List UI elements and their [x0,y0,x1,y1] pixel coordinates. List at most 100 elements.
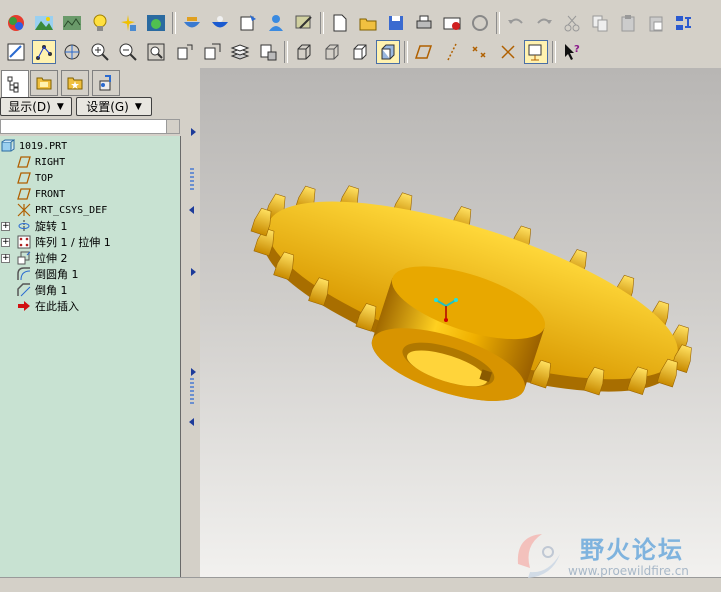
toolbar-separator [496,12,500,34]
help-cursor-icon[interactable]: ? [560,40,584,64]
graphics-viewport[interactable] [200,68,721,577]
chevron-down-icon: ▼ [56,101,64,112]
tree-item-label: 旋转 1 [35,220,68,233]
terrain-icon[interactable] [60,11,84,35]
tree-item-extrude[interactable]: 拉伸 2 [0,250,197,266]
tree-item-label: 阵列 1 / 拉伸 1 [35,236,111,249]
expand-arrow-icon[interactable] [189,418,194,426]
tree-root[interactable]: 1019.PRT [0,138,181,154]
saved-views-icon[interactable] [200,40,224,64]
expand-arrow-icon[interactable] [189,206,194,214]
sphere-scene-icon[interactable] [144,11,168,35]
open-folder-icon[interactable] [356,11,380,35]
tree-item-label: 倒圆角 1 [35,268,79,281]
toolbar-separator [284,41,288,63]
watermark-url: www.proewildfire.cn [568,564,689,578]
toolbar-separator [404,41,408,63]
bowl-blue-icon[interactable] [208,11,232,35]
zoom-out-icon[interactable] [116,40,140,64]
tools-icon[interactable] [292,11,316,35]
refresh-icon[interactable] [468,11,492,35]
tree-item-label: 倒角 1 [35,284,68,297]
tree-header-bar [0,119,180,134]
redo-icon[interactable] [532,11,556,35]
panel-splitter[interactable] [183,68,201,577]
datum-plane-icon [16,154,32,170]
save-icon[interactable] [384,11,408,35]
tree-option-buttons: 显示(D) ▼ 设置(G) ▼ [0,97,183,117]
hidden-line-icon[interactable] [320,40,344,64]
csys-icon [16,202,32,218]
grip-dot [190,390,194,392]
grip-dot [190,386,194,388]
chamfer-icon [16,282,32,298]
orient-icon[interactable] [172,40,196,64]
refit-icon[interactable] [144,40,168,64]
grip-dot [190,172,194,174]
grip-dot [190,382,194,384]
tree-item-chamfer[interactable]: 倒角 1 [0,282,197,298]
copy-icon[interactable] [588,11,612,35]
paste-icon[interactable] [616,11,640,35]
collapse-arrow-icon[interactable] [191,128,196,136]
main-toolbar [0,8,721,38]
tree-item-label: 在此插入 [35,300,79,313]
model-tree: 1019.PRT RIGHT TOP FRONT PRT_CSYS_DEF + … [0,136,181,577]
gear-model[interactable] [200,68,721,577]
bowl-icon[interactable] [180,11,204,35]
spark-icon[interactable] [116,11,140,35]
wireframe-icon[interactable] [292,40,316,64]
tree-item-round[interactable]: 倒圆角 1 [0,266,197,282]
collapse-arrow-icon[interactable] [191,268,196,276]
connections-tab[interactable] [92,70,120,96]
favorites-tab[interactable] [61,70,89,96]
datum-axes-icon[interactable] [440,40,464,64]
grip-dot [190,378,194,380]
revolve-icon [16,218,32,234]
datum-points-icon[interactable] [468,40,492,64]
send-icon[interactable] [440,11,464,35]
print-icon[interactable] [412,11,436,35]
annotations-icon[interactable] [524,40,548,64]
folder-browser-tab[interactable] [30,70,58,96]
tree-item-insert-here[interactable]: 在此插入 [0,298,197,314]
repaint-icon[interactable] [4,40,28,64]
regenerate-icon[interactable] [672,11,696,35]
settings-menu-button[interactable]: 设置(G) ▼ [76,97,152,116]
settings-menu-label: 设置(G) [86,100,129,114]
tree-item-pattern[interactable]: 阵列 1 / 拉伸 1 [0,234,197,250]
view-toolbar: ? [0,37,721,67]
color-sphere-icon[interactable] [4,11,28,35]
undo-icon[interactable] [504,11,528,35]
person-icon[interactable] [264,11,288,35]
layers-icon[interactable] [228,40,252,64]
grip-dot [190,176,194,178]
tree-item-csys[interactable]: PRT_CSYS_DEF [0,202,197,218]
zoom-in-icon[interactable] [88,40,112,64]
display-menu-button[interactable]: 显示(D) ▼ [0,97,72,116]
datum-display-icon[interactable] [32,40,56,64]
display-menu-label: 显示(D) [8,100,51,114]
appearance-icon[interactable] [256,40,280,64]
header-cap [166,120,179,133]
insert-here-icon [16,298,32,314]
tree-item-front[interactable]: FRONT [0,186,197,202]
tree-item-right[interactable]: RIGHT [0,154,197,170]
datum-planes-icon[interactable] [412,40,436,64]
model-tree-tab[interactable] [1,70,29,97]
grip-dot [190,188,194,190]
spin-center-icon[interactable] [60,40,84,64]
cut-icon[interactable] [560,11,584,35]
no-hidden-icon[interactable] [348,40,372,64]
shading-icon[interactable] [376,40,400,64]
csys-icon[interactable] [496,40,520,64]
tree-item-revolve[interactable]: 旋转 1 [0,218,197,234]
box-arrow-icon[interactable] [236,11,260,35]
paste-special-icon[interactable] [644,11,668,35]
tree-item-top[interactable]: TOP [0,170,197,186]
bulb-icon[interactable] [88,11,112,35]
new-file-icon[interactable] [328,11,352,35]
collapse-arrow-icon[interactable] [191,368,196,376]
grip-dot [190,394,194,396]
landscape-icon[interactable] [32,11,56,35]
